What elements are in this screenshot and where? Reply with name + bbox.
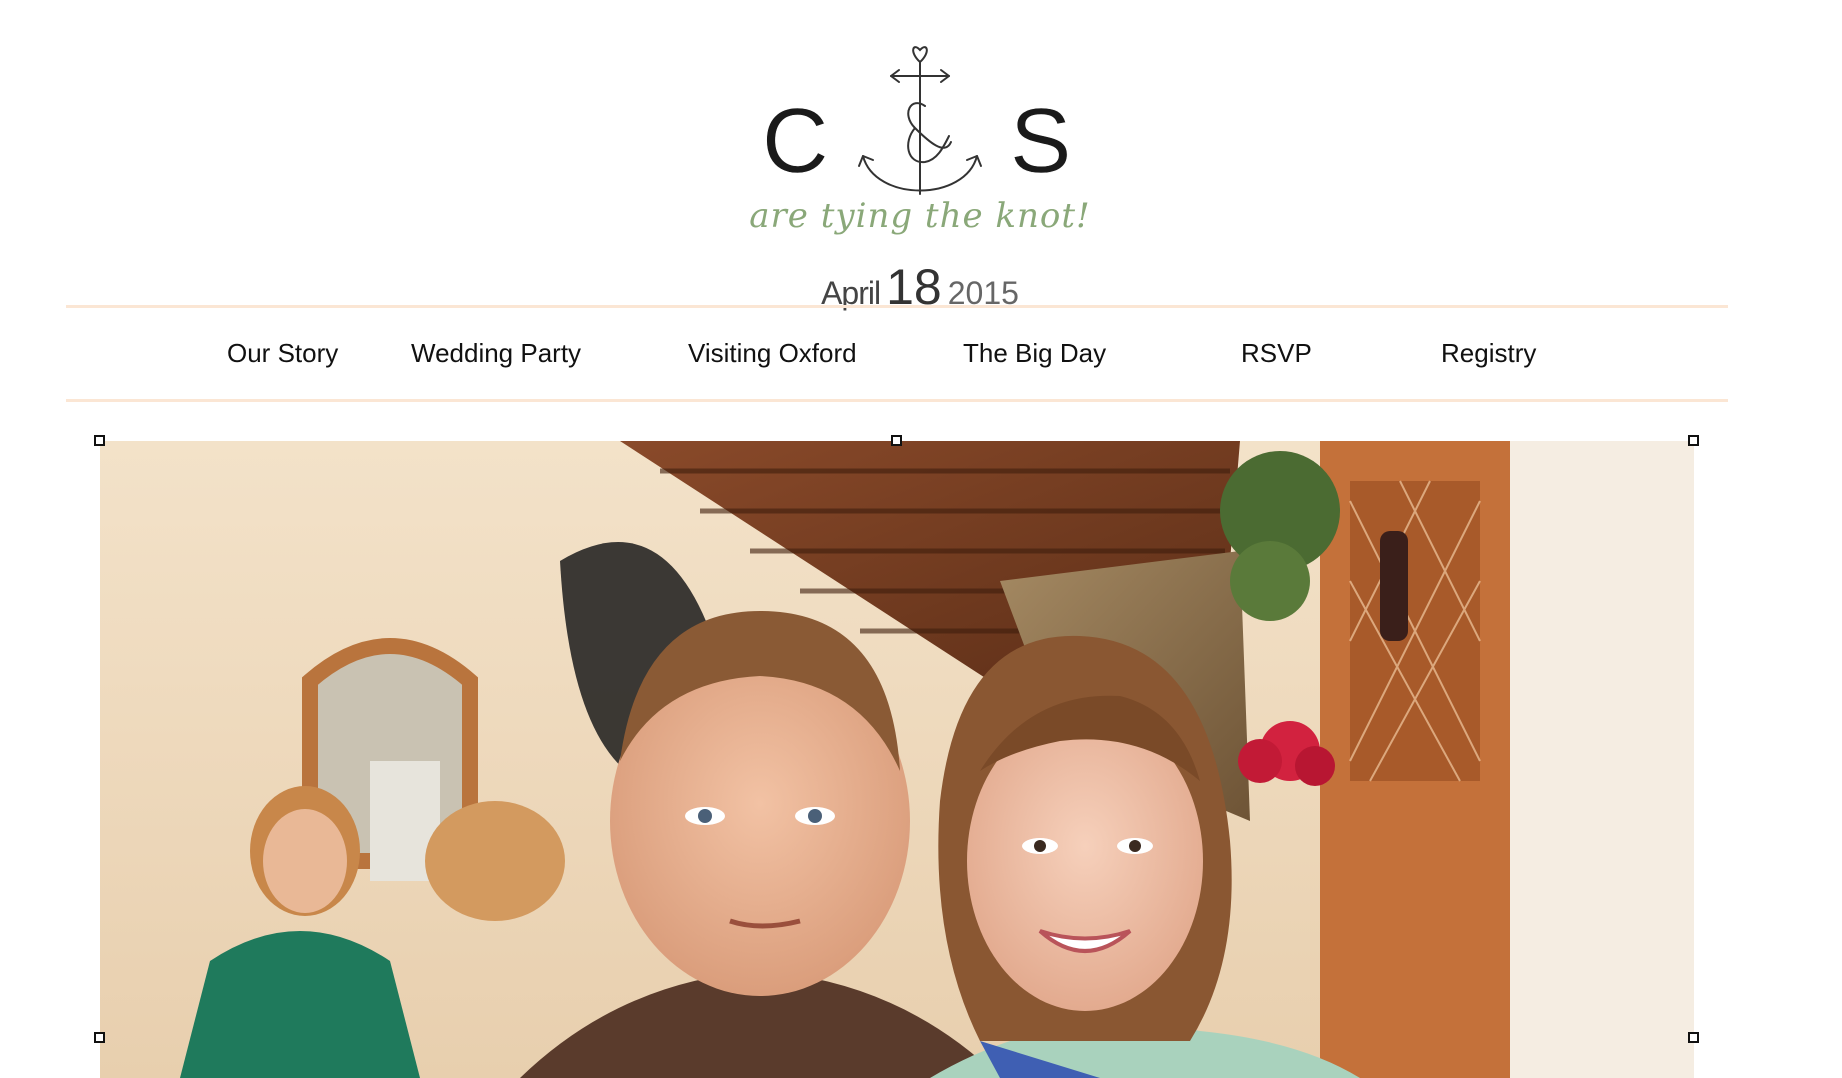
resize-handle-bottom-right[interactable] xyxy=(1688,1032,1699,1043)
resize-handle-top-right[interactable] xyxy=(1688,435,1699,446)
logo-initial-left: C xyxy=(762,90,829,192)
nav-bottom-divider xyxy=(66,399,1728,402)
nav-item-visiting-oxford[interactable]: Visiting Oxford xyxy=(688,338,857,369)
couple-photo-image xyxy=(100,441,1694,1078)
nav-item-rsvp[interactable]: RSVP xyxy=(1241,338,1312,369)
nav-top-divider xyxy=(66,305,1728,308)
nav-item-the-big-day[interactable]: The Big Day xyxy=(963,338,1106,369)
logo-initial-right: S xyxy=(1010,90,1072,192)
resize-handle-top-center[interactable] xyxy=(891,435,902,446)
couple-photo[interactable] xyxy=(100,441,1694,1078)
site-logo[interactable]: C S are tying the knot! April 18 2015 xyxy=(700,20,1140,315)
resize-handle-bottom-left[interactable] xyxy=(94,1032,105,1043)
anchor-ampersand-heart-icon xyxy=(858,46,982,195)
resize-handle-top-left[interactable] xyxy=(94,435,105,446)
main-nav: Our Story Wedding Party Visiting Oxford … xyxy=(66,310,1728,398)
page: C S are tying the knot! April 18 2015 Our … xyxy=(0,0,1842,1078)
logo-tagline: are tying the knot! xyxy=(749,196,1091,236)
nav-item-registry[interactable]: Registry xyxy=(1441,338,1536,369)
nav-item-wedding-party[interactable]: Wedding Party xyxy=(411,338,581,369)
nav-item-our-story[interactable]: Our Story xyxy=(227,338,338,369)
